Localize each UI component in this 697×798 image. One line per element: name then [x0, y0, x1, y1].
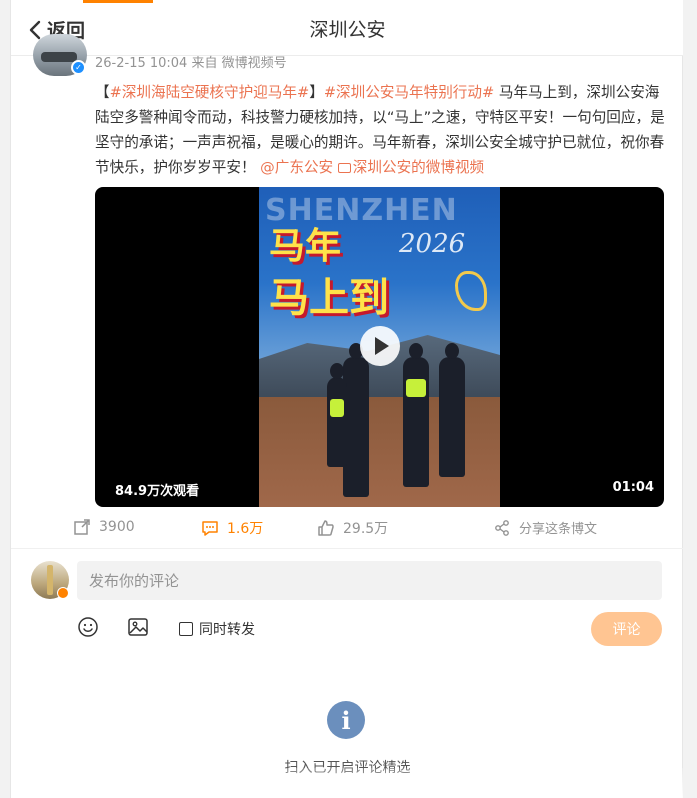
like-count: 29.5万	[343, 521, 389, 537]
horse-logo-icon	[455, 271, 487, 311]
repost-checkbox[interactable]: 同时转发	[179, 619, 255, 639]
poster-year: 2026	[399, 229, 466, 259]
divider	[11, 548, 684, 549]
officer-figure	[327, 363, 347, 467]
action-bar: 3900 1.6万 29.5万 分享这条博文	[11, 512, 684, 548]
share-button[interactable]: 分享这条博文	[493, 518, 597, 537]
play-button[interactable]	[360, 326, 400, 366]
like-button[interactable]: 29.5万	[317, 518, 388, 538]
image-icon	[127, 618, 149, 642]
repost-count: 3900	[99, 519, 135, 535]
officer-figure	[439, 343, 465, 477]
commenter-badge-icon	[57, 587, 69, 599]
info-icon: i	[327, 701, 365, 739]
video-duration: 01:04	[612, 480, 654, 495]
view-count: 84.9万次观看	[115, 484, 200, 499]
repost-button[interactable]: 3900	[73, 518, 135, 536]
post-text: 【#深圳海陆空硬核守护迎马年#】#深圳公安马年特别行动# 马年马上到，深圳公安海…	[95, 80, 669, 180]
topic-link-1[interactable]: #深圳海陆空硬核守护迎马年#	[110, 84, 310, 101]
share-icon	[493, 519, 511, 537]
comment-button[interactable]: 1.6万	[201, 518, 263, 538]
comment-count: 1.6万	[227, 521, 264, 537]
verified-badge-icon: ✓	[71, 60, 86, 75]
repost-icon	[73, 518, 91, 536]
mention-link[interactable]: @广东公安	[260, 159, 333, 176]
image-button[interactable]	[127, 616, 149, 642]
poster-line1: 马年	[269, 226, 342, 267]
bottom-fade	[11, 768, 684, 798]
topic-link-2[interactable]: #深圳公安马年特别行动#	[324, 84, 494, 101]
video-link-icon	[337, 163, 351, 173]
top-bar: 返回 深圳公安	[11, 0, 684, 56]
weibo-post-card: 返回 深圳公安 ✓ 26-2-15 10:04 来自 微博视频号 【#深圳海陆空…	[10, 0, 684, 798]
bracket: 】	[309, 84, 324, 101]
bracket: 【	[95, 84, 110, 101]
video-link-label: 深圳公安的微博视频	[352, 159, 485, 176]
submit-comment-button[interactable]: 评论	[591, 612, 662, 646]
comment-icon	[201, 519, 219, 537]
emoji-icon	[77, 617, 99, 642]
post-meta: 26-2-15 10:04 来自 微博视频号	[95, 56, 287, 71]
poster-line2: 马上到	[269, 275, 389, 321]
video-player[interactable]: SHENZHEN 马年 2026 马上到 84.9万次观看 01:04	[95, 187, 664, 507]
tab-accent-bar	[83, 0, 153, 3]
checkbox-box[interactable]	[179, 622, 193, 636]
emoji-button[interactable]	[77, 616, 99, 642]
comment-input[interactable]: 发布你的评论	[77, 561, 662, 600]
repost-checkbox-label: 同时转发	[199, 622, 255, 638]
thumbs-up-icon	[317, 519, 335, 537]
officer-figure	[403, 343, 429, 487]
share-label: 分享这条博文	[519, 522, 598, 537]
page-gutter	[683, 0, 697, 798]
video-link[interactable]: 深圳公安的微博视频	[337, 159, 485, 176]
page-title: 深圳公安	[309, 19, 386, 41]
play-icon	[375, 337, 389, 355]
